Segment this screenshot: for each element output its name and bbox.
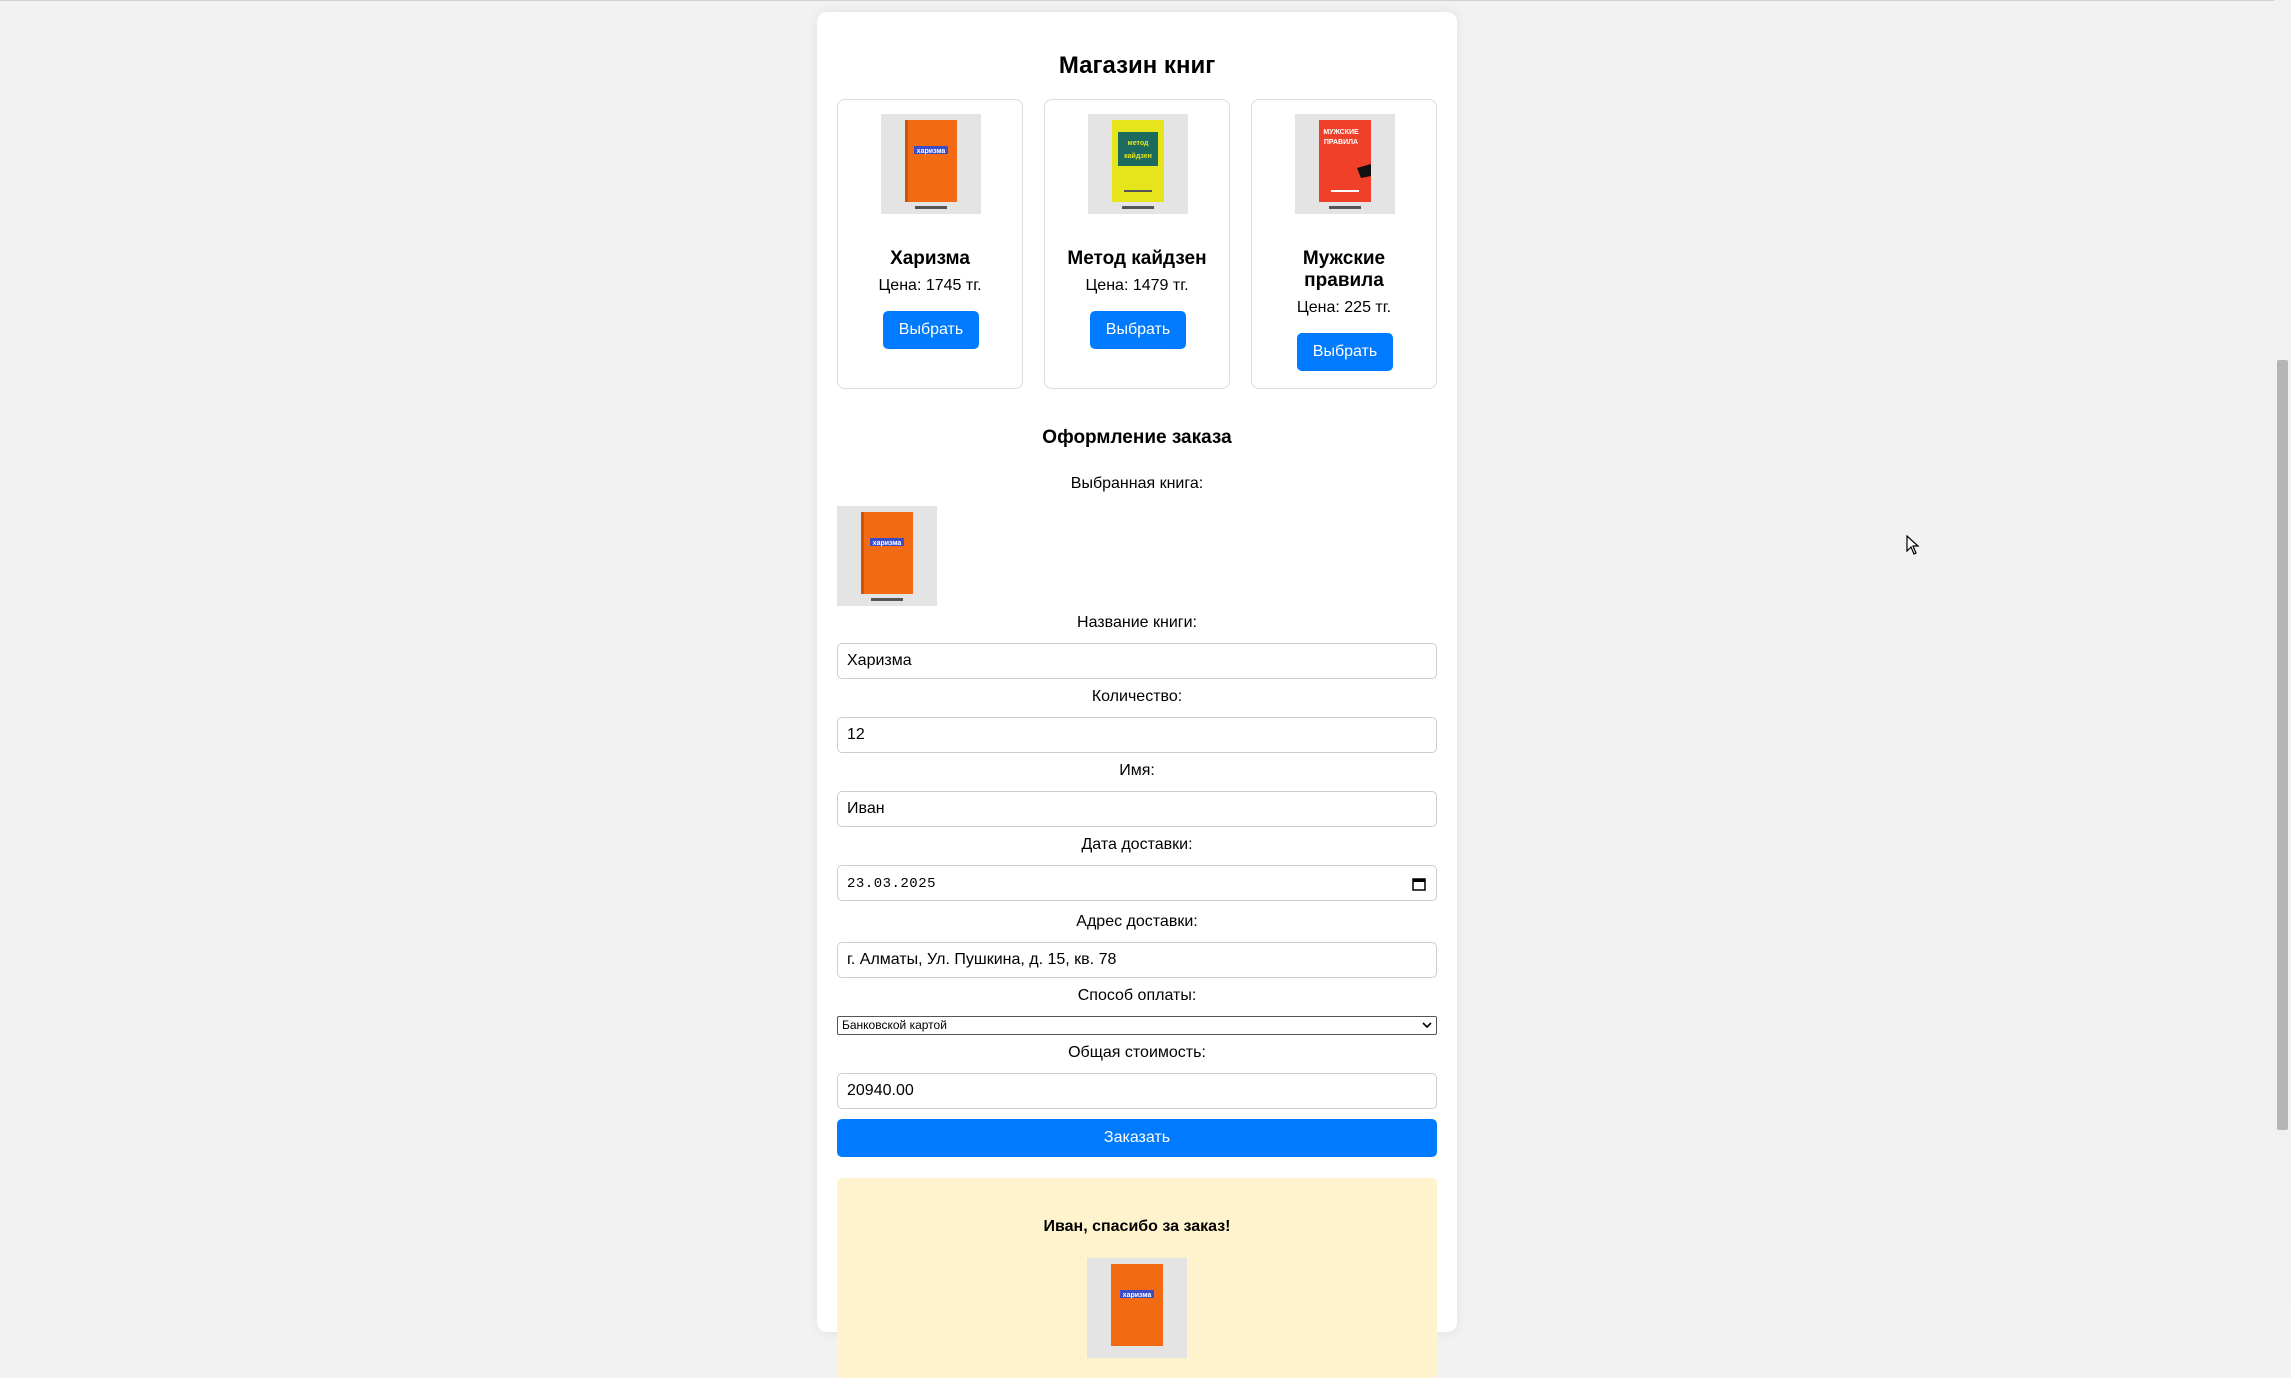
payment-method-value: Банковской картой <box>842 1018 947 1032</box>
svg-text:харизма: харизма <box>873 540 902 547</box>
delivery-date-value: 23.03.2025 <box>847 876 937 892</box>
svg-text:харизма: харизма <box>917 148 946 155</box>
book-card-male-rules: МУЖСКИЕ ПРАВИЛА Мужские правила Цена: 22… <box>1251 99 1437 389</box>
top-border <box>0 0 2274 1</box>
payment-method-label: Способ оплаты: <box>1077 987 1197 1004</box>
delivery-date-input[interactable]: 23.03.2025 <box>837 865 1437 901</box>
select-book-button-charisma[interactable]: Выбрать <box>883 311 979 349</box>
book-cover-charisma: харизма <box>881 114 981 214</box>
book-title: Мужские правила <box>1302 248 1386 291</box>
page-title: Магазин книг <box>1058 52 1216 79</box>
payment-method-select[interactable]: Банковской картой <box>837 1016 1437 1035</box>
customer-name-label: Имя: <box>1119 762 1155 779</box>
submit-order-button[interactable]: Заказать <box>837 1119 1437 1157</box>
select-book-button-kaizen[interactable]: Выбрать <box>1090 311 1186 349</box>
book-cover-kaizen: метод кайдзен <box>1088 114 1188 214</box>
delivery-address-input[interactable] <box>837 942 1437 978</box>
svg-text:ПРАВИЛА: ПРАВИЛА <box>1324 139 1358 146</box>
delivery-address-label: Адрес доставки: <box>1076 913 1198 930</box>
calendar-icon[interactable] <box>1412 877 1426 891</box>
book-price: Цена: 225 тг. <box>1296 299 1392 316</box>
store-card: Магазин книг харизма Харизма Цена: 1745 … <box>817 12 1457 1378</box>
confirmation-message: Иван, спасибо за заказ! <box>1043 1218 1231 1235</box>
quantity-label: Количество: <box>1091 688 1183 705</box>
confirmation-book-image: харизма <box>1087 1258 1187 1358</box>
book-list: харизма Харизма Цена: 1745 тг. Выбрать м… <box>837 99 1437 389</box>
quantity-input[interactable] <box>837 717 1437 753</box>
book-name-label: Название книги: <box>1077 614 1197 631</box>
book-card-charisma: харизма Харизма Цена: 1745 тг. Выбрать <box>837 99 1023 389</box>
chevron-down-icon <box>1422 1022 1432 1029</box>
svg-text:метод: метод <box>1128 140 1149 147</box>
book-price: Цена: 1479 тг. <box>1085 277 1189 294</box>
selected-book-image: харизма <box>837 506 937 606</box>
select-book-button-male-rules[interactable]: Выбрать <box>1297 333 1393 371</box>
total-cost-label: Общая стоимость: <box>1068 1044 1206 1061</box>
svg-text:МУЖСКИЕ: МУЖСКИЕ <box>1323 129 1359 136</box>
svg-text:кайдзен: кайдзен <box>1124 152 1152 160</box>
book-card-kaizen: метод кайдзен Метод кайдзен Цена: 1479 т… <box>1044 99 1230 389</box>
order-section-title: Оформление заказа <box>1042 427 1232 448</box>
order-confirmation: Иван, спасибо за заказ! харизма <box>837 1178 1437 1378</box>
book-name-input[interactable] <box>837 643 1437 679</box>
total-cost-input[interactable] <box>837 1073 1437 1109</box>
customer-name-input[interactable] <box>837 791 1437 827</box>
selected-book-label: Выбранная книга: <box>1070 475 1204 492</box>
scrollbar-thumb[interactable] <box>2277 360 2288 1130</box>
mouse-cursor-icon <box>1906 535 1920 555</box>
svg-text:харизма: харизма <box>1123 1292 1152 1299</box>
delivery-date-label: Дата доставки: <box>1081 836 1193 853</box>
book-cover-male-rules: МУЖСКИЕ ПРАВИЛА <box>1295 114 1395 214</box>
book-title: Метод кайдзен <box>1067 248 1207 269</box>
book-title: Харизма <box>890 248 970 269</box>
page-scrollbar[interactable] <box>2274 0 2291 1302</box>
book-price: Цена: 1745 тг. <box>878 277 982 294</box>
